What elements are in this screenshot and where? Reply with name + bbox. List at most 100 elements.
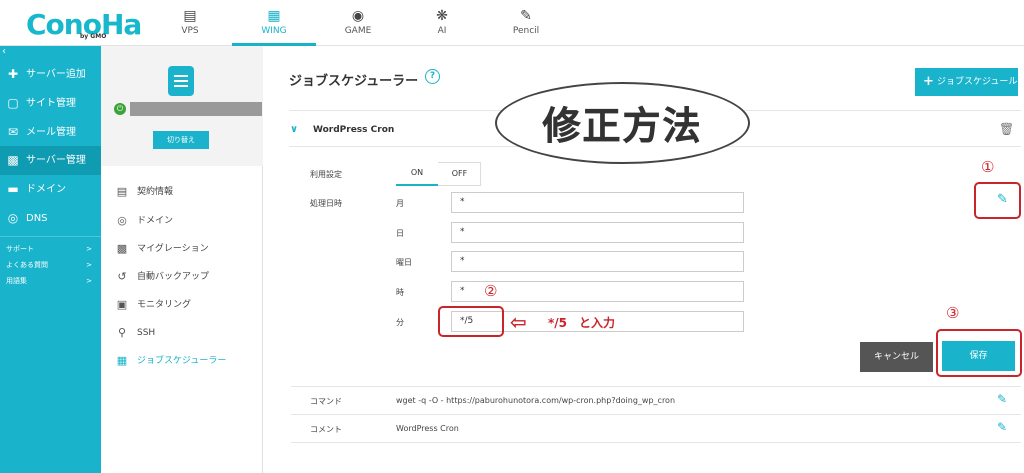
menu-item-contract[interactable]: ▤ 契約情報 <box>101 178 263 206</box>
chevron-right-icon: > <box>86 261 92 269</box>
collapse-icon[interactable]: ‹ <box>2 46 6 57</box>
day-input[interactable]: * <box>451 222 744 243</box>
pencil-note-icon: ✎ <box>520 8 532 24</box>
annotation-title: 修正方法 <box>542 104 703 149</box>
server-name-redacted <box>130 102 262 116</box>
annotation-note: */5 と入力 <box>548 316 616 330</box>
command-value: wget -q -O - https://paburohunotora.com/… <box>396 396 676 405</box>
menu-label: ドメイン <box>137 216 174 226</box>
job-section-title[interactable]: WordPress Cron <box>313 125 394 135</box>
sidebar-item-label: サーバー管理 <box>26 155 86 166</box>
annotation-box-minute <box>438 306 504 337</box>
divider <box>291 386 1021 387</box>
sidebar-item-dns[interactable]: ◎ DNS <box>0 204 101 233</box>
nav-label: WING <box>261 26 287 36</box>
nav-vps[interactable]: ▤ VPS <box>148 0 232 46</box>
site-icon: ▢ <box>7 96 19 110</box>
pencil-icon[interactable]: ✎ <box>997 420 1007 434</box>
nav-pencil[interactable]: ✎ Pencil <box>484 0 568 46</box>
sidebar-item-site[interactable]: ▢ サイト管理 <box>0 89 101 118</box>
comment-label: コメント <box>310 425 342 434</box>
add-job-schedule-button[interactable]: + ジョブスケジュール <box>915 68 1018 96</box>
pencil-icon[interactable]: ✎ <box>997 392 1007 406</box>
nav-label: AI <box>437 26 447 36</box>
month-input[interactable]: * <box>451 192 744 213</box>
sidebar-link-faq[interactable]: よくある質問 > <box>0 257 101 273</box>
chevron-right-icon: > <box>86 277 92 285</box>
logo-subtitle: by GMO <box>80 33 107 40</box>
divider <box>291 442 1021 443</box>
chevron-down-icon[interactable]: ∨ <box>290 124 298 135</box>
link-label: よくある質問 <box>6 261 48 269</box>
day-label: 日 <box>396 229 404 238</box>
nav-ai[interactable]: ❋ AI <box>400 0 484 46</box>
menu-item-backup[interactable]: ↺ 自動バックアップ <box>101 263 263 291</box>
nav-game[interactable]: ◉ GAME <box>316 0 400 46</box>
sidebar-link-glossary[interactable]: 用語集 > <box>0 273 101 289</box>
globe-icon: ◎ <box>7 211 19 225</box>
menu-label: マイグレーション <box>137 244 209 254</box>
sidebar-item-add-server[interactable]: ✚ サーバー追加 <box>0 60 101 89</box>
nav-label: Pencil <box>512 26 540 36</box>
link-label: サポート <box>6 245 34 253</box>
weekday-input[interactable]: * <box>451 251 744 272</box>
annotation-number-3: ③ <box>946 304 960 322</box>
mail-icon: ✉ <box>7 125 19 139</box>
wing-icon: ▦ <box>267 8 281 24</box>
menu-item-domain[interactable]: ◎ ドメイン <box>101 207 263 235</box>
divider <box>291 414 1021 415</box>
ai-brain-icon: ❋ <box>436 8 448 24</box>
switch-server-button[interactable]: 切り替え <box>153 131 209 149</box>
server-icon <box>168 66 194 96</box>
cancel-button[interactable]: キャンセル <box>860 342 933 372</box>
chevron-right-icon: > <box>86 245 92 253</box>
button-label: ジョブスケジュール <box>937 77 1018 87</box>
menu-label: モニタリング <box>137 300 192 310</box>
menu-item-job-scheduler[interactable]: ▦ ジョブスケジューラー <box>101 347 263 375</box>
menu-label: SSH <box>137 328 156 338</box>
power-icon: ⏻ <box>114 103 126 115</box>
sidebar-item-mail[interactable]: ✉ メール管理 <box>0 118 101 147</box>
month-label: 月 <box>396 199 404 208</box>
minute-label: 分 <box>396 318 404 327</box>
contract-icon: ▤ <box>116 185 128 198</box>
weekday-label: 曜日 <box>396 258 412 267</box>
domain-icon: ▬ <box>7 182 19 196</box>
annotation-number-1: ① <box>981 158 995 176</box>
sidebar-item-label: サーバー追加 <box>26 69 86 80</box>
server-stack-icon: ▤ <box>183 8 197 24</box>
plus-icon: + <box>923 74 934 89</box>
command-label: コマンド <box>310 397 342 406</box>
menu-label: 自動バックアップ <box>137 272 210 282</box>
sidebar-link-support[interactable]: サポート > <box>0 241 101 257</box>
menu-item-monitoring[interactable]: ▣ モニタリング <box>101 291 263 319</box>
help-icon[interactable]: ? <box>425 69 440 84</box>
save-button[interactable]: 保存 <box>942 341 1015 371</box>
pencil-icon[interactable]: ✎ <box>997 192 1008 207</box>
page-title: ジョブスケジューラー <box>289 74 419 89</box>
trash-icon[interactable]: 🗑 <box>999 122 1014 136</box>
server-icon: ▩ <box>7 153 19 167</box>
sidebar-item-server[interactable]: ▩ サーバー管理 <box>0 146 101 175</box>
left-sidebar: ‹ ✚ サーバー追加 ▢ サイト管理 ✉ メール管理 ▩ サーバー管理 ▬ ドメ… <box>0 46 101 473</box>
key-icon: ⚲ <box>117 326 127 339</box>
toggle-on-option[interactable]: ON <box>396 162 438 186</box>
nav-label: VPS <box>181 26 199 36</box>
sidebar-item-label: DNS <box>26 213 48 224</box>
menu-item-ssh[interactable]: ⚲ SSH <box>101 319 263 347</box>
nav-wing[interactable]: ▦ WING <box>232 0 316 46</box>
backup-icon: ↺ <box>117 270 127 283</box>
sidebar-item-label: メール管理 <box>26 127 76 138</box>
schedule-label: 処理日時 <box>310 199 342 208</box>
plus-icon: ✚ <box>7 67 19 81</box>
hour-label: 時 <box>396 288 404 297</box>
globe-icon: ◎ <box>117 214 127 227</box>
comment-value: WordPress Cron <box>396 424 459 433</box>
sidebar-divider <box>0 236 101 237</box>
scheduler-icon: ▦ <box>116 354 128 367</box>
toggle-off-option[interactable]: OFF <box>438 162 481 186</box>
sidebar-item-domain[interactable]: ▬ ドメイン <box>0 175 101 204</box>
nav-label: GAME <box>344 26 372 36</box>
menu-item-migration[interactable]: ▩ マイグレーション <box>101 235 263 263</box>
usage-label: 利用設定 <box>310 170 342 179</box>
